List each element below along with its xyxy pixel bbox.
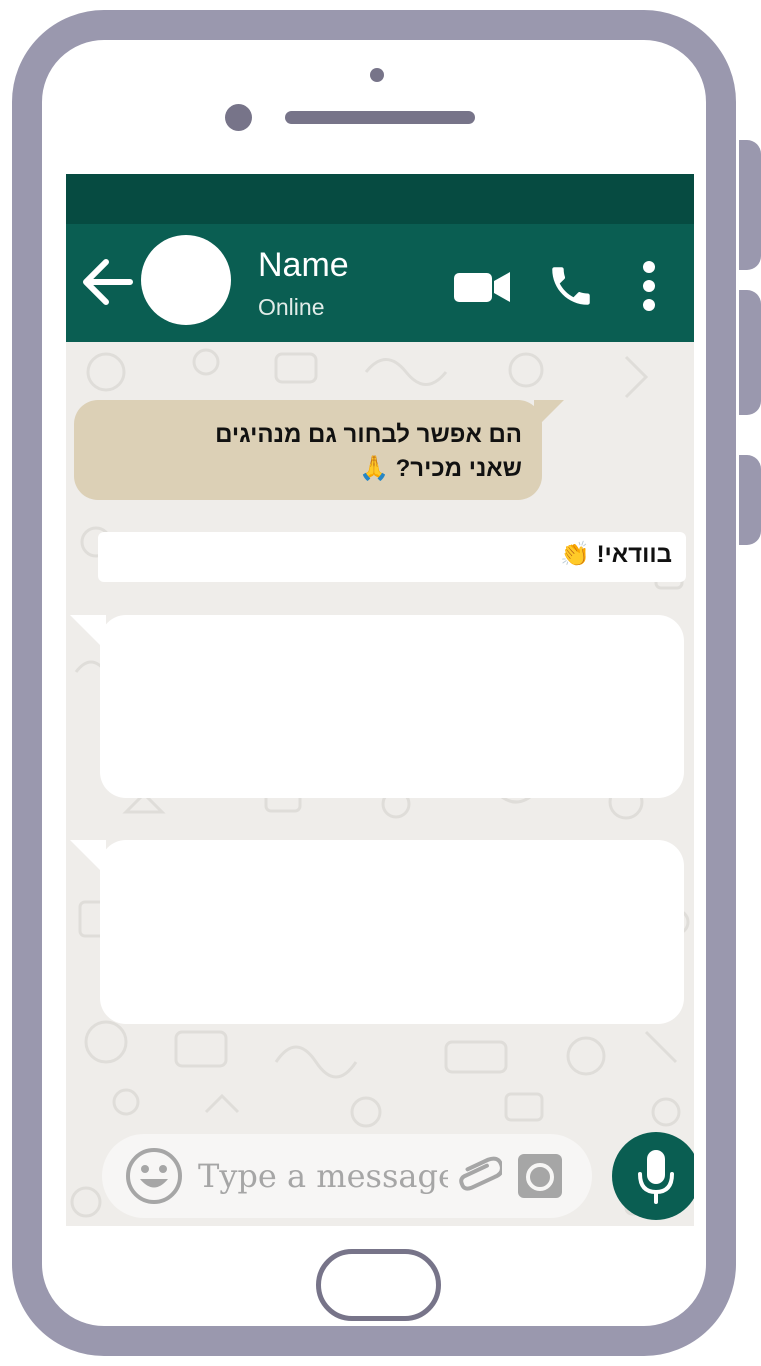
phone-screen: Name Online הם אפשר לבחור גם מנהיגים שאנ… (66, 174, 694, 1226)
phone-icon[interactable] (546, 261, 596, 311)
message-text: בוודאי! 👏 (560, 541, 672, 568)
home-button[interactable] (316, 1249, 441, 1321)
contact-status: Online (258, 294, 325, 320)
front-camera (225, 104, 252, 131)
contact-name[interactable]: Name (258, 246, 349, 285)
bubble-tail (534, 400, 564, 430)
message-bubble-incoming[interactable]: בוודאי! 👏 (98, 532, 686, 582)
paperclip-icon[interactable] (458, 1152, 502, 1200)
camera-icon[interactable] (516, 1152, 564, 1200)
message-bubble-outgoing[interactable]: הם אפשר לבחור גם מנהיגים שאני מכיר? 🙏 (74, 400, 542, 500)
video-camera-icon[interactable] (453, 268, 513, 306)
message-input[interactable] (198, 1148, 448, 1204)
sensor-dot (370, 68, 384, 82)
phone-side-button-top (739, 140, 761, 270)
message-line: הם אפשר לבחור גם מנהיגים (215, 421, 522, 448)
microphone-button[interactable] (612, 1132, 694, 1220)
message-text: הם אפשר לבחור גם מנהיגים שאני מכיר? 🙏 (94, 418, 522, 486)
avatar[interactable] (141, 235, 231, 325)
phone-side-button-bottom (739, 455, 761, 545)
arrow-left-icon[interactable] (80, 254, 136, 310)
earpiece-speaker (285, 111, 475, 124)
emoji-icon[interactable] (124, 1146, 184, 1206)
phone-side-button-middle (739, 290, 761, 415)
message-line: שאני מכיר? 🙏 (359, 455, 522, 482)
chat-header: Name Online (66, 224, 694, 342)
message-bubble-incoming[interactable] (100, 615, 684, 798)
microphone-icon (638, 1150, 674, 1204)
more-vertical-icon[interactable] (641, 260, 657, 312)
chat-area: הם אפשר לבחור גם מנהיגים שאני מכיר? 🙏 בו… (66, 342, 694, 1226)
message-bubble-incoming[interactable] (100, 840, 684, 1024)
message-composer (102, 1134, 592, 1218)
status-bar (66, 174, 694, 224)
